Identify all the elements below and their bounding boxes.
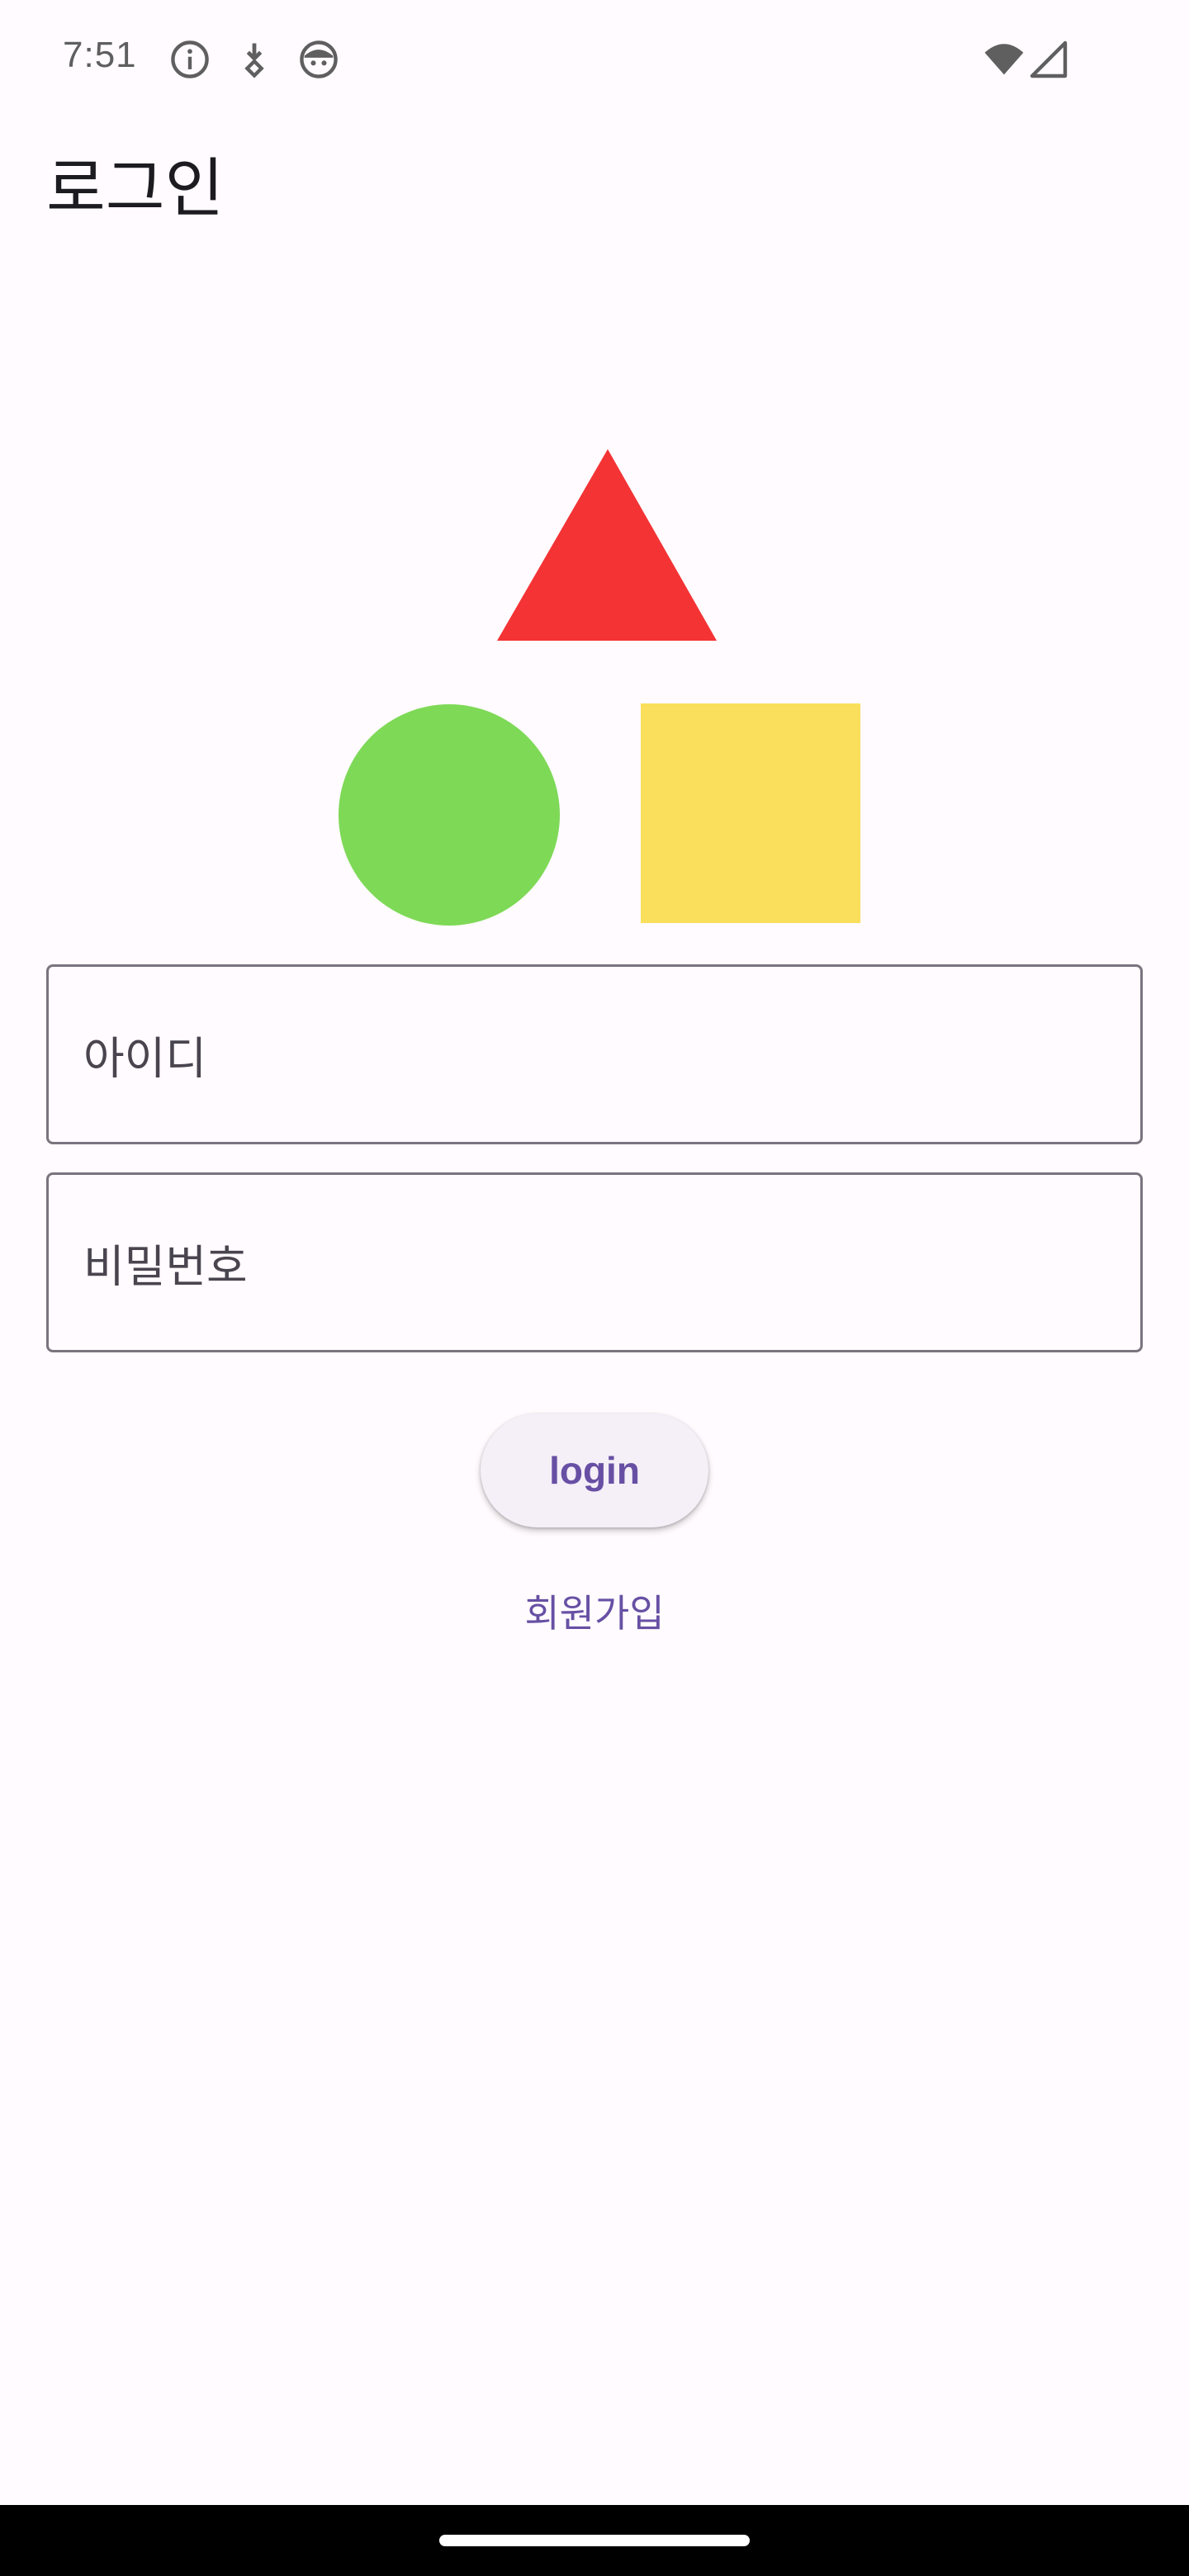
home-gesture-handle[interactable] bbox=[439, 2535, 750, 2546]
password-field-label: 비밀번호 bbox=[83, 1240, 248, 1293]
shapes-canvas bbox=[339, 449, 860, 926]
yellow-square bbox=[641, 703, 860, 923]
red-triangle bbox=[497, 449, 717, 641]
signup-link[interactable]: 회원가입 bbox=[0, 1584, 1189, 1638]
id-field[interactable]: 아이디 bbox=[46, 964, 1143, 1144]
password-field[interactable]: 비밀번호 bbox=[46, 1172, 1143, 1352]
navigation-bar bbox=[0, 2505, 1189, 2576]
id-field-label: 아이디 bbox=[83, 1032, 207, 1085]
green-circle bbox=[339, 704, 560, 926]
login-button[interactable]: login bbox=[481, 1413, 708, 1527]
